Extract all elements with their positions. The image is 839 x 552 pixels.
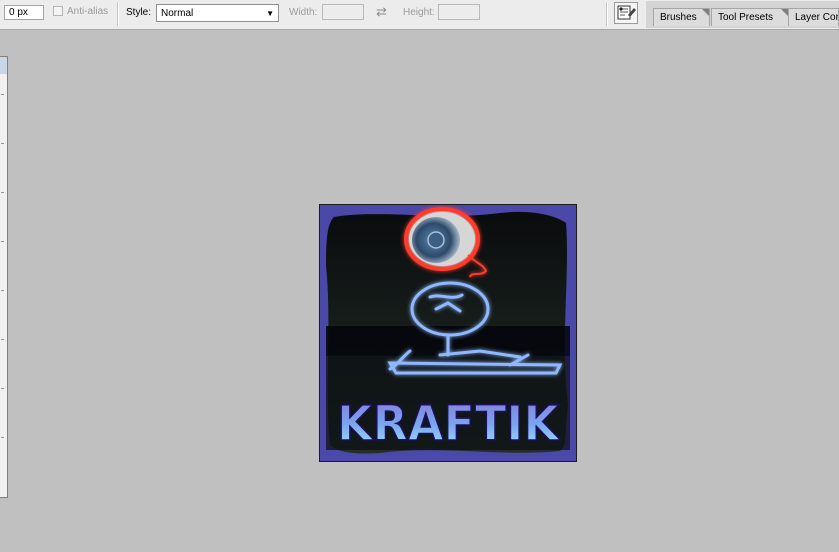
palette-tick [1, 437, 4, 438]
palette-tick [1, 192, 4, 193]
palette-tick [1, 339, 4, 340]
tab-label: Layer Con [795, 12, 839, 23]
kraftik-artwork: KRAFTIK [320, 205, 576, 461]
height-field[interactable] [438, 4, 480, 20]
tab-tool-presets[interactable]: Tool Presets [711, 8, 789, 26]
tab-corner-icon [702, 9, 709, 16]
style-dropdown[interactable]: Normal ▼ [156, 4, 279, 22]
style-value: Normal [161, 8, 194, 19]
palette-tick [1, 143, 4, 144]
width-field[interactable] [322, 4, 364, 20]
palette-header[interactable] [0, 57, 7, 74]
style-label: Style: [126, 7, 152, 18]
anti-alias-checkbox[interactable] [53, 6, 63, 16]
palette-tick [1, 388, 4, 389]
swap-width-height-icon[interactable]: ⇄ [376, 4, 387, 20]
toolbox-palette[interactable] [0, 56, 8, 498]
tab-brushes[interactable]: Brushes [653, 8, 710, 26]
document-canvas[interactable]: KRAFTIK [319, 204, 577, 462]
tab-label: Brushes [660, 12, 697, 23]
anti-alias-label: Anti-alias [67, 6, 109, 17]
logo-text: KRAFTIK [337, 396, 561, 452]
tab-layer-comps[interactable]: Layer Con [788, 8, 839, 26]
feather-input[interactable]: 0 px [4, 5, 44, 20]
divider [117, 2, 119, 26]
tool-palette-button[interactable] [614, 2, 638, 24]
palette-tick [1, 290, 4, 291]
panel-well: Brushes Tool Presets Layer Con [646, 1, 839, 28]
width-label: Width: [289, 7, 318, 18]
palette-tick [1, 241, 4, 242]
chevron-down-icon: ▼ [266, 9, 274, 18]
tab-label: Tool Presets [718, 12, 774, 23]
palette-tick [1, 94, 4, 95]
tab-corner-icon [781, 9, 788, 16]
tool-palette-icon [617, 5, 636, 20]
divider [606, 2, 608, 26]
options-bar: 0 px Anti-alias Style: Normal ▼ Width: ⇄… [0, 0, 839, 30]
height-label: Height: [403, 7, 435, 18]
